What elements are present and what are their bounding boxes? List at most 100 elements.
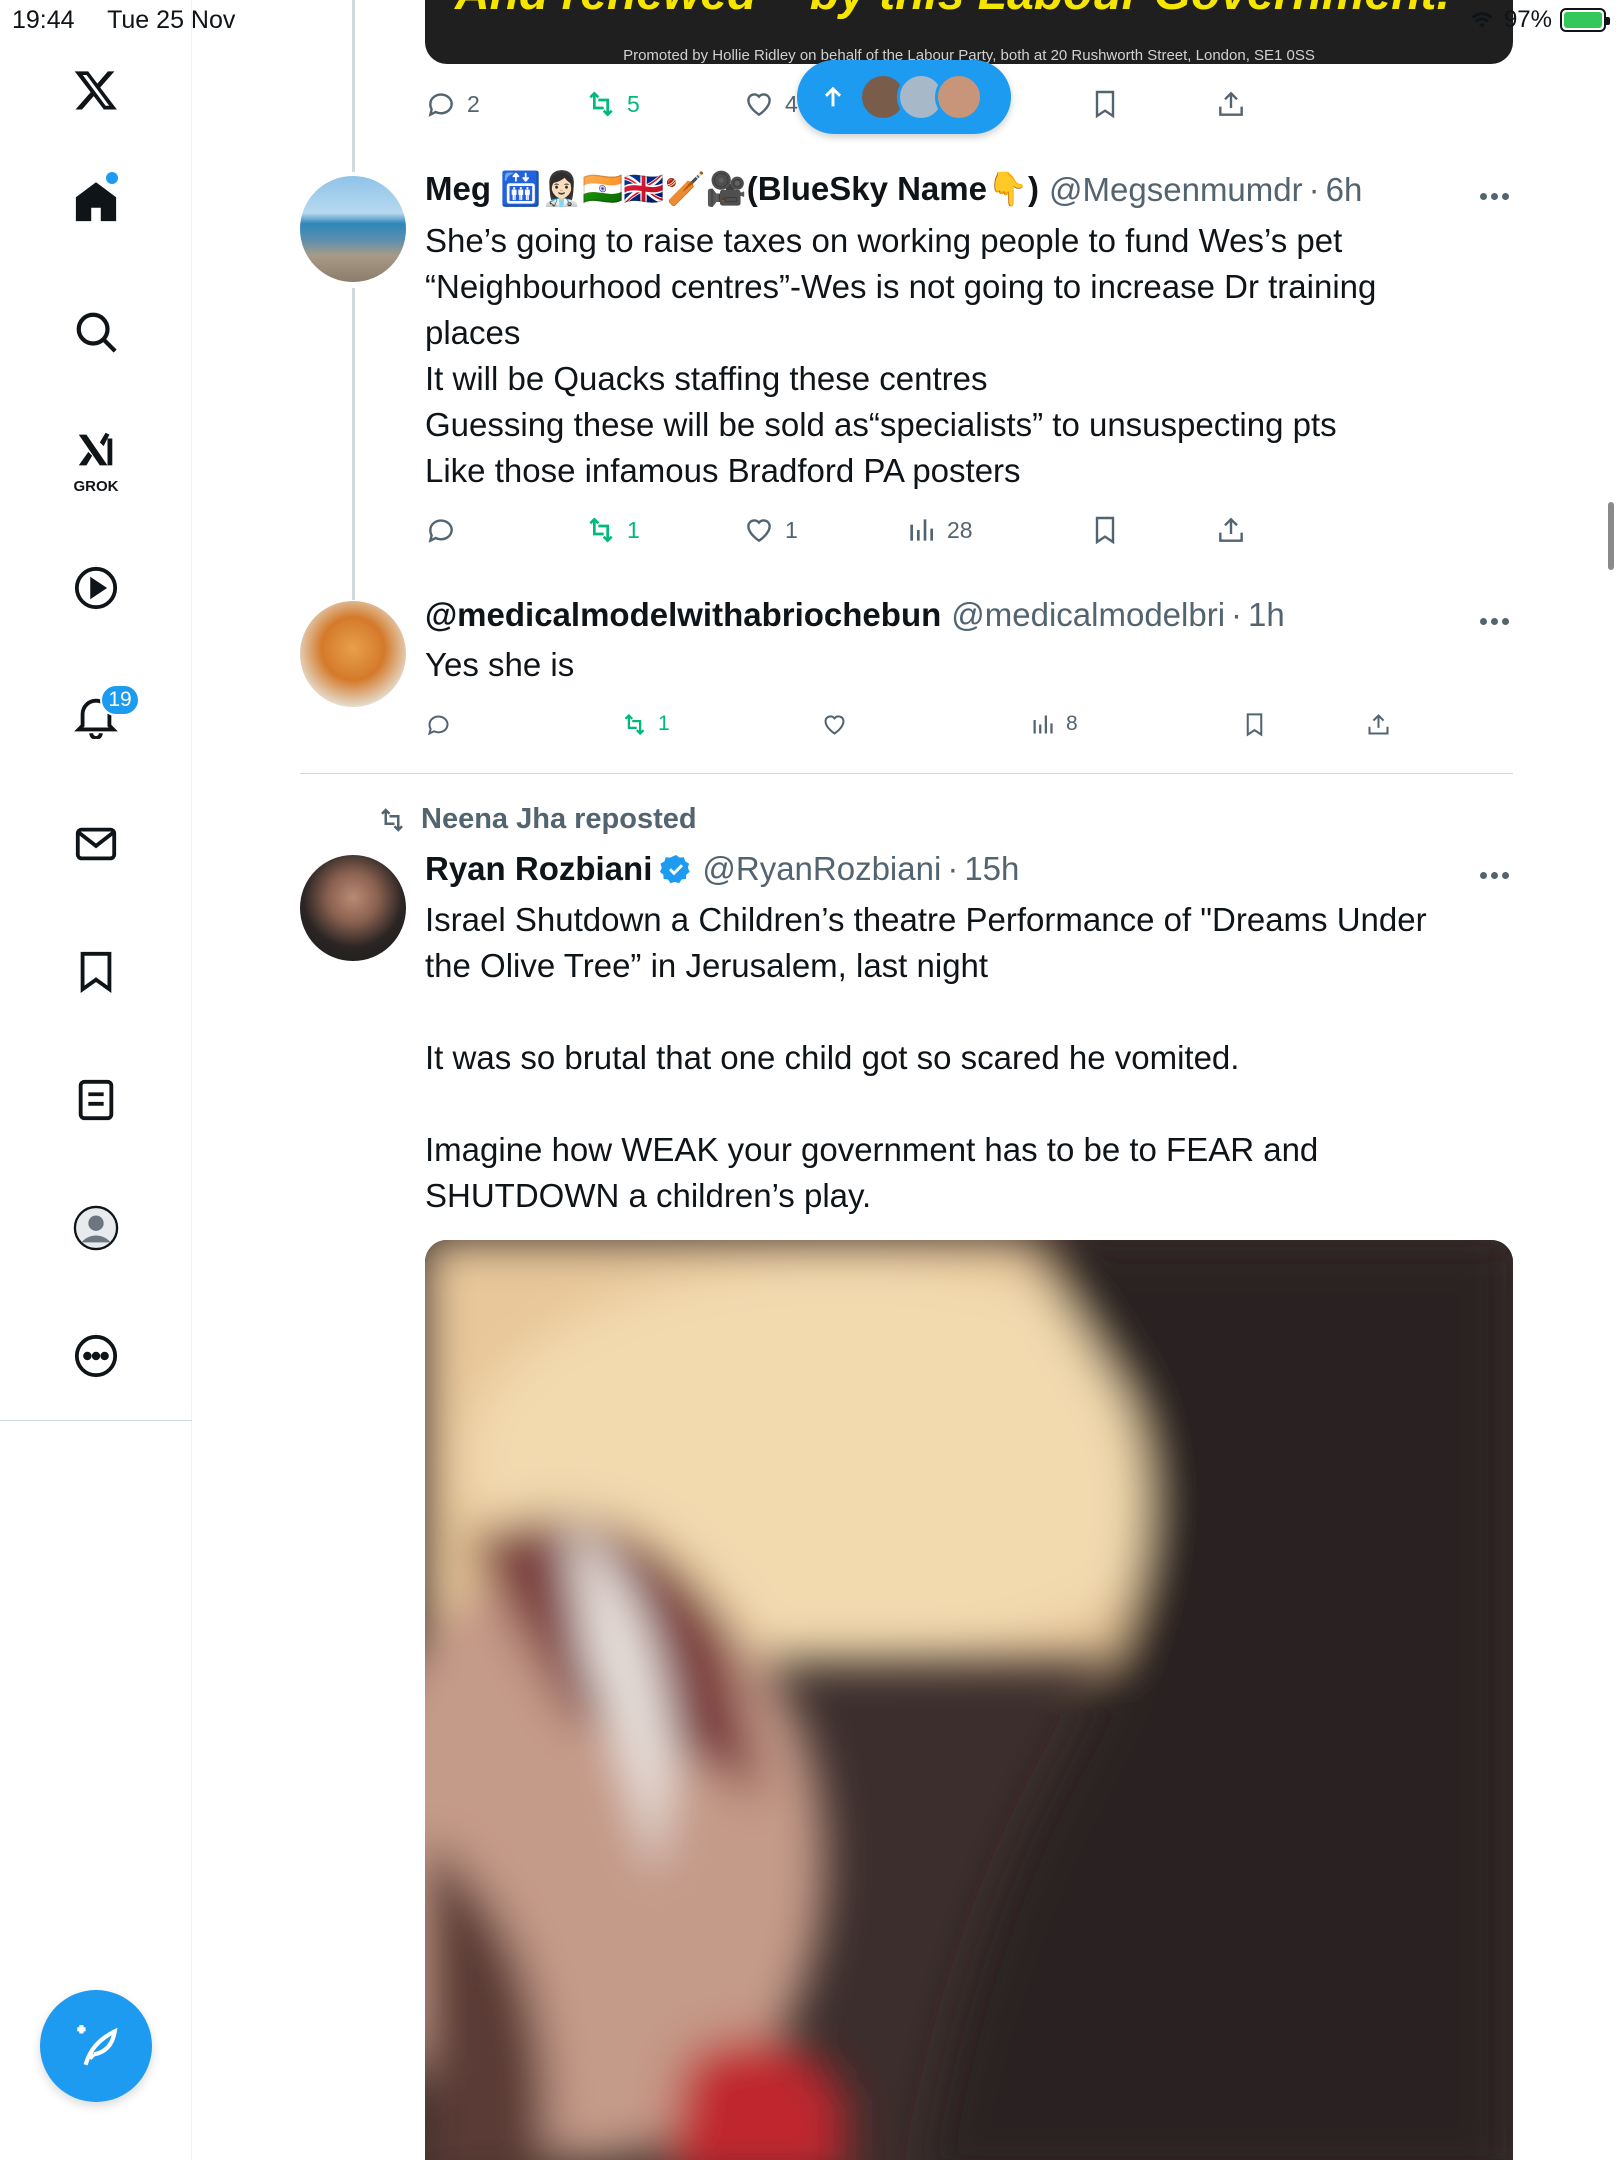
repost-count: 1 bbox=[658, 712, 670, 735]
ad-media[interactable]: And renewed – by this Labour Government.… bbox=[425, 0, 1513, 64]
views-button[interactable]: 28 bbox=[905, 510, 973, 550]
tweet-time[interactable]: 1h bbox=[1248, 596, 1285, 634]
tweet-text[interactable]: She’s going to raise taxes on working pe… bbox=[425, 218, 1505, 494]
heart-icon bbox=[747, 519, 771, 543]
tweet-header: Meg 🛗👩🏻‍⚕️🇮🇳🇬🇧🏏🎥(BlueSky Name👇) @Megsenm… bbox=[425, 170, 1362, 209]
author-handle[interactable]: @medicalmodelbri bbox=[951, 596, 1225, 634]
views-button[interactable]: 8 bbox=[1029, 704, 1078, 744]
view-count: 28 bbox=[947, 516, 973, 543]
compose-button[interactable] bbox=[40, 1990, 152, 2102]
repost-icon bbox=[381, 807, 403, 832]
share-icon bbox=[1368, 713, 1389, 735]
sidebar: GROK 19 bbox=[0, 0, 192, 2160]
grok-icon[interactable] bbox=[66, 420, 126, 480]
bookmark-icon[interactable] bbox=[66, 942, 126, 1002]
author-name[interactable]: Meg 🛗👩🏻‍⚕️🇮🇳🇬🇧🏏🎥(BlueSky Name👇) bbox=[425, 170, 1039, 209]
avatar[interactable] bbox=[300, 601, 406, 707]
list-icon[interactable] bbox=[66, 1070, 126, 1130]
separator-dot: · bbox=[1231, 596, 1243, 633]
grok-label: GROK bbox=[73, 478, 119, 495]
wifi-icon bbox=[1471, 12, 1493, 28]
reply-button[interactable]: 2 bbox=[425, 84, 480, 124]
bookmark-button[interactable] bbox=[1089, 84, 1121, 124]
share-button[interactable] bbox=[1215, 510, 1247, 550]
repost-count: 5 bbox=[627, 90, 640, 117]
share-button[interactable] bbox=[1215, 84, 1247, 124]
tweet-action-bar: 1 8 bbox=[425, 704, 1389, 744]
battery-percent: 97% bbox=[1503, 6, 1552, 33]
tweet-divider bbox=[300, 773, 1513, 774]
video-frame bbox=[425, 1240, 1513, 2160]
tweet-line: places bbox=[425, 314, 521, 351]
separator-dot: · bbox=[947, 850, 959, 887]
more-icon[interactable] bbox=[1480, 187, 1514, 200]
more-circle-icon[interactable] bbox=[66, 1326, 126, 1386]
avatar[interactable] bbox=[300, 855, 406, 961]
reply-icon bbox=[428, 519, 453, 543]
tweet-time[interactable]: 15h bbox=[964, 850, 1019, 888]
tweet-video[interactable] bbox=[425, 1240, 1513, 2160]
tweet-time[interactable]: 6h bbox=[1326, 171, 1363, 209]
repost-icon bbox=[624, 713, 645, 735]
author-handle[interactable]: @Megsenmumdr bbox=[1049, 171, 1303, 209]
tweet-line: Israel Shutdown a Children’s theatre Per… bbox=[425, 901, 1427, 938]
share-button[interactable] bbox=[1365, 704, 1405, 744]
bookmark-button[interactable] bbox=[1089, 510, 1121, 550]
like-button[interactable]: 4 bbox=[743, 84, 798, 124]
tweet-line: the Olive Tree” in Jerusalem, last night bbox=[425, 947, 989, 984]
repost-button[interactable]: 5 bbox=[585, 84, 640, 124]
thread-connector bbox=[352, 288, 355, 600]
repost-button[interactable]: 1 bbox=[621, 704, 670, 744]
play-icon[interactable] bbox=[66, 558, 126, 618]
tweet-line: Like those infamous Bradford PA posters bbox=[425, 452, 1021, 489]
tweet-line: She’s going to raise taxes on working pe… bbox=[425, 222, 1343, 259]
bookmark-icon bbox=[1095, 90, 1115, 119]
status-bar-right: 97% bbox=[1468, 6, 1610, 34]
bookmark-button[interactable] bbox=[1241, 704, 1268, 744]
bookmark-icon bbox=[1246, 712, 1263, 737]
tweet-text[interactable]: Israel Shutdown a Children’s theatre Per… bbox=[425, 897, 1505, 1219]
author-name[interactable]: @medicalmodelwithabriochebun bbox=[425, 596, 941, 634]
tweet-line: Imagine how WEAK your government has to … bbox=[425, 1131, 1319, 1168]
reply-button[interactable] bbox=[425, 510, 457, 550]
tweet-text[interactable]: Yes she is bbox=[425, 642, 1505, 688]
repost-count: 1 bbox=[627, 516, 640, 543]
heart-icon bbox=[747, 93, 771, 117]
arrow-up-icon bbox=[824, 86, 842, 107]
sidebar-separator bbox=[0, 1420, 192, 1421]
pill-avatar bbox=[935, 73, 983, 121]
repost-context[interactable]: Neena Jha reposted bbox=[377, 803, 697, 836]
heart-icon bbox=[824, 714, 845, 735]
tweet-action-bar: 1 1 28 bbox=[425, 510, 1285, 550]
new-posts-pill[interactable] bbox=[797, 60, 1011, 134]
profile-icon[interactable] bbox=[66, 1198, 126, 1258]
compose-feather-icon bbox=[77, 2025, 118, 2066]
like-count: 4 bbox=[785, 90, 798, 117]
timeline[interactable]: And renewed – by this Labour Government.… bbox=[193, 0, 1513, 2160]
author-name[interactable]: Ryan Rozbiani bbox=[425, 850, 652, 888]
more-icon[interactable] bbox=[1480, 866, 1514, 879]
view-count: 8 bbox=[1066, 712, 1078, 735]
reply-icon bbox=[428, 93, 453, 117]
x-logo-icon[interactable] bbox=[66, 60, 126, 120]
more-icon[interactable] bbox=[1480, 612, 1514, 625]
reply-button[interactable] bbox=[425, 704, 452, 744]
tweet-line: It will be Quacks staffing these centres bbox=[425, 360, 988, 397]
tweet-header: @medicalmodelwithabriochebun @medicalmod… bbox=[425, 596, 1285, 634]
like-button[interactable]: 1 bbox=[743, 510, 798, 550]
search-icon[interactable] bbox=[66, 302, 126, 362]
ad-headline: And renewed – by this Labour Government. bbox=[455, 0, 1450, 21]
mail-icon[interactable] bbox=[66, 814, 126, 874]
share-icon bbox=[1219, 517, 1243, 542]
reply-icon bbox=[427, 715, 449, 735]
tweet-line: Yes she is bbox=[425, 646, 575, 683]
like-button[interactable] bbox=[821, 704, 848, 744]
repost-button[interactable]: 1 bbox=[585, 510, 640, 550]
scrollbar[interactable] bbox=[1608, 502, 1614, 570]
reposted-by: Neena Jha reposted bbox=[421, 803, 697, 835]
bookmark-icon bbox=[1095, 516, 1115, 545]
reply-count: 2 bbox=[467, 90, 480, 117]
avatar[interactable] bbox=[300, 176, 406, 282]
author-handle[interactable]: @RyanRozbiani bbox=[702, 850, 941, 888]
share-icon bbox=[1219, 91, 1243, 116]
